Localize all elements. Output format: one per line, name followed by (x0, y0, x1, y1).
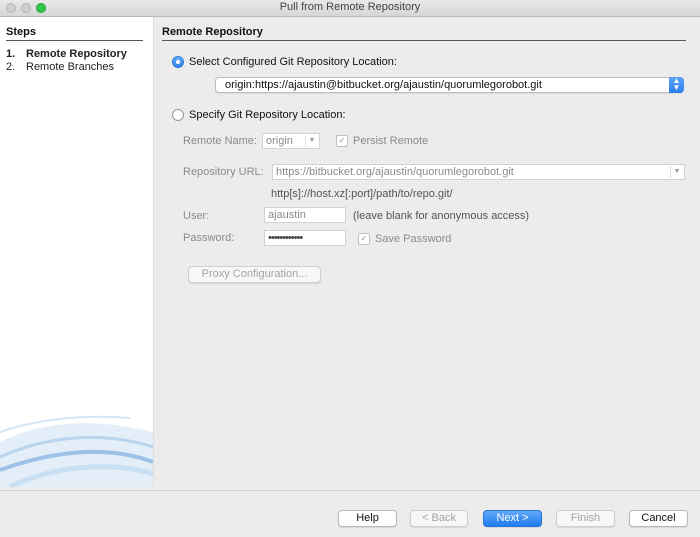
footer-divider (0, 490, 700, 491)
persist-remote-label: Persist Remote (353, 135, 429, 147)
proxy-configuration-button[interactable]: Proxy Configuration... (188, 266, 321, 283)
repository-url-hint: http[s]://host.xz[:port]/path/to/repo.gi… (271, 188, 453, 200)
next-button[interactable]: Next > (483, 510, 542, 527)
configured-repository-value: origin:https://ajaustin@bitbucket.org/aj… (225, 79, 542, 91)
steps-panel: Steps 1. Remote Repository 2. Remote Branc… (0, 17, 154, 487)
chevron-down-icon: ▼ (670, 166, 683, 178)
cancel-button[interactable]: Cancel (629, 510, 688, 527)
password-label: Password: (183, 232, 235, 244)
step-list: 1. Remote Repository 2. Remote Branches (6, 48, 127, 74)
specify-location-label: Specify Git Repository Location: (189, 109, 346, 121)
chevron-down-icon: ▼ (305, 135, 318, 147)
user-label: User: (183, 210, 210, 222)
remote-name-select[interactable]: origin ▼ (262, 133, 320, 149)
step-number: 2. (6, 61, 16, 73)
back-button[interactable]: < Back (410, 510, 468, 527)
configured-repository-select[interactable]: origin:https://ajaustin@bitbucket.org/aj… (215, 77, 684, 93)
window-title: Pull from Remote Repository (279, 1, 421, 13)
step-label: Remote Repository (26, 48, 127, 60)
configured-location-label: Select Configured Git Repository Locatio… (189, 56, 397, 68)
specify-location-radio[interactable] (172, 109, 184, 121)
step-item-remote-repository: 1. Remote Repository (6, 48, 127, 61)
repository-url-value: https://bitbucket.org/ajaustin/quorumleg… (276, 166, 514, 178)
user-hint: (leave blank for anonymous access) (353, 210, 530, 222)
save-password-option[interactable]: ✓ Save Password (358, 233, 451, 245)
user-input[interactable]: ajaustin (264, 207, 346, 223)
repository-url-input[interactable]: https://bitbucket.org/ajaustin/quorumleg… (272, 164, 685, 180)
finish-button[interactable]: Finish (556, 510, 615, 527)
step-label: Remote Branches (26, 61, 115, 73)
title-bar: Pull from Remote Repository (0, 0, 700, 17)
step-item-remote-branches: 2. Remote Branches (6, 61, 127, 74)
main-panel: Remote Repository Select Configured Git … (154, 17, 700, 487)
panel-header: Remote Repository (162, 26, 686, 41)
persist-remote-checkbox[interactable]: ✓ (336, 135, 348, 147)
repository-url-label: Repository URL: (183, 166, 264, 178)
remote-name-value: origin (266, 135, 293, 147)
save-password-label: Save Password (375, 233, 452, 245)
password-value: •••••••••••• (268, 232, 303, 244)
help-button[interactable]: Help (338, 510, 397, 527)
save-password-checkbox[interactable]: ✓ (358, 233, 370, 245)
select-arrows-icon[interactable]: ▲ ▼ (669, 77, 684, 93)
remote-name-label: Remote Name: (183, 135, 257, 147)
step-number: 1. (6, 48, 16, 60)
user-value: ajaustin (268, 209, 306, 221)
configured-location-radio[interactable] (172, 56, 184, 68)
steps-header: Steps (6, 26, 143, 41)
wizard-decoration-graphic (0, 415, 153, 487)
configured-location-option[interactable]: Select Configured Git Repository Locatio… (172, 56, 397, 68)
password-input[interactable]: •••••••••••• (264, 230, 346, 246)
persist-remote-option[interactable]: ✓ Persist Remote (336, 135, 428, 147)
specify-location-option[interactable]: Specify Git Repository Location: (172, 109, 346, 121)
